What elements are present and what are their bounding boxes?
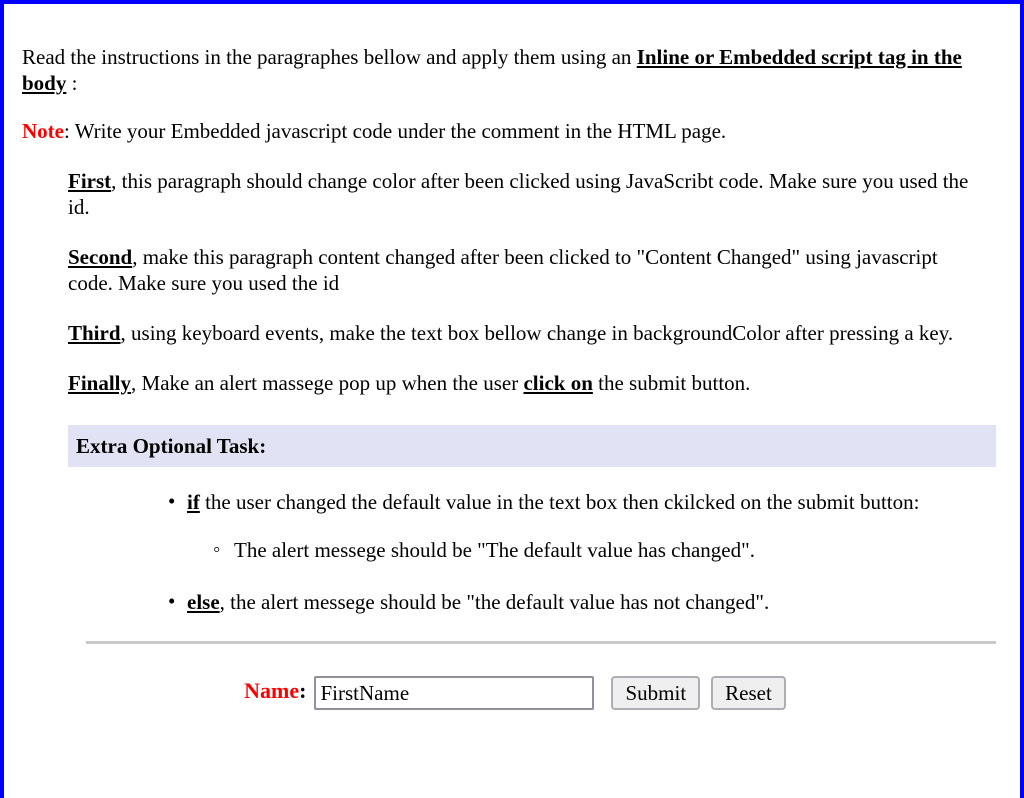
intro-paragraph: Read the instructions in the paragraphes… [22, 44, 1008, 96]
instruction-first-text: , this paragraph should change color aft… [68, 169, 969, 219]
extra-task-sublist: The alert messege should be "The default… [187, 536, 1008, 563]
note-paragraph: Note: Write your Embedded javascript cod… [22, 118, 1008, 144]
extra-optional-task-heading: Extra Optional Task: [68, 425, 996, 467]
instruction-first-keyword: First [68, 169, 112, 193]
name-form: Name: Submit Reset [22, 676, 1008, 710]
list-item-else-text: , the alert messege should be "the defau… [219, 590, 770, 614]
instruction-finally-keyword: Finally [68, 371, 132, 395]
name-label-colon: : [299, 677, 307, 703]
list-item-else-keyword: else [187, 590, 220, 614]
instruction-third-text: , using keyboard events, make the text b… [120, 321, 954, 345]
list-item-alert-changed: The alert messege should be "The default… [187, 536, 1008, 563]
instruction-finally-text-2: the submit button. [592, 371, 751, 395]
reset-button[interactable]: Reset [711, 676, 786, 710]
list-item-if-keyword: if [187, 490, 200, 514]
note-text: : Write your Embedded javascript code un… [63, 119, 727, 143]
instruction-third: Third, using keyboard events, make the t… [68, 320, 1008, 346]
name-label-text: Name [244, 677, 300, 703]
name-label: Name: [244, 678, 306, 703]
intro-text-after: : [66, 71, 78, 95]
page-container: Read the instructions in the paragraphes… [0, 0, 1024, 798]
name-input[interactable] [314, 676, 595, 710]
list-item-else: else, the alert messege should be "the d… [22, 588, 1008, 615]
instruction-second-keyword: Second [68, 245, 133, 269]
note-label: Note [22, 119, 64, 143]
instruction-second-text: , make this paragraph content changed af… [68, 245, 938, 295]
list-item-alert-changed-text: The alert messege should be "The default… [234, 538, 755, 562]
submit-button[interactable]: Submit [611, 676, 701, 710]
instruction-first[interactable]: First, this paragraph should change colo… [68, 168, 1008, 220]
extra-task-list: if the user changed the default value in… [22, 488, 1008, 615]
instruction-third-keyword: Third [68, 321, 121, 345]
instruction-finally-keyword-2: click on [523, 371, 593, 395]
intro-text-before: Read the instructions in the paragraphes… [22, 45, 637, 69]
list-item-if: if the user changed the default value in… [22, 488, 1008, 563]
list-item-if-text: the user changed the default value in th… [199, 490, 920, 514]
instruction-second[interactable]: Second, make this paragraph content chan… [68, 244, 1008, 296]
document-content: Read the instructions in the paragraphes… [4, 44, 1020, 710]
section-divider [86, 641, 996, 644]
instruction-finally-text-1: , Make an alert massege pop up when the … [131, 371, 524, 395]
instruction-finally: Finally, Make an alert massege pop up wh… [68, 370, 1008, 396]
